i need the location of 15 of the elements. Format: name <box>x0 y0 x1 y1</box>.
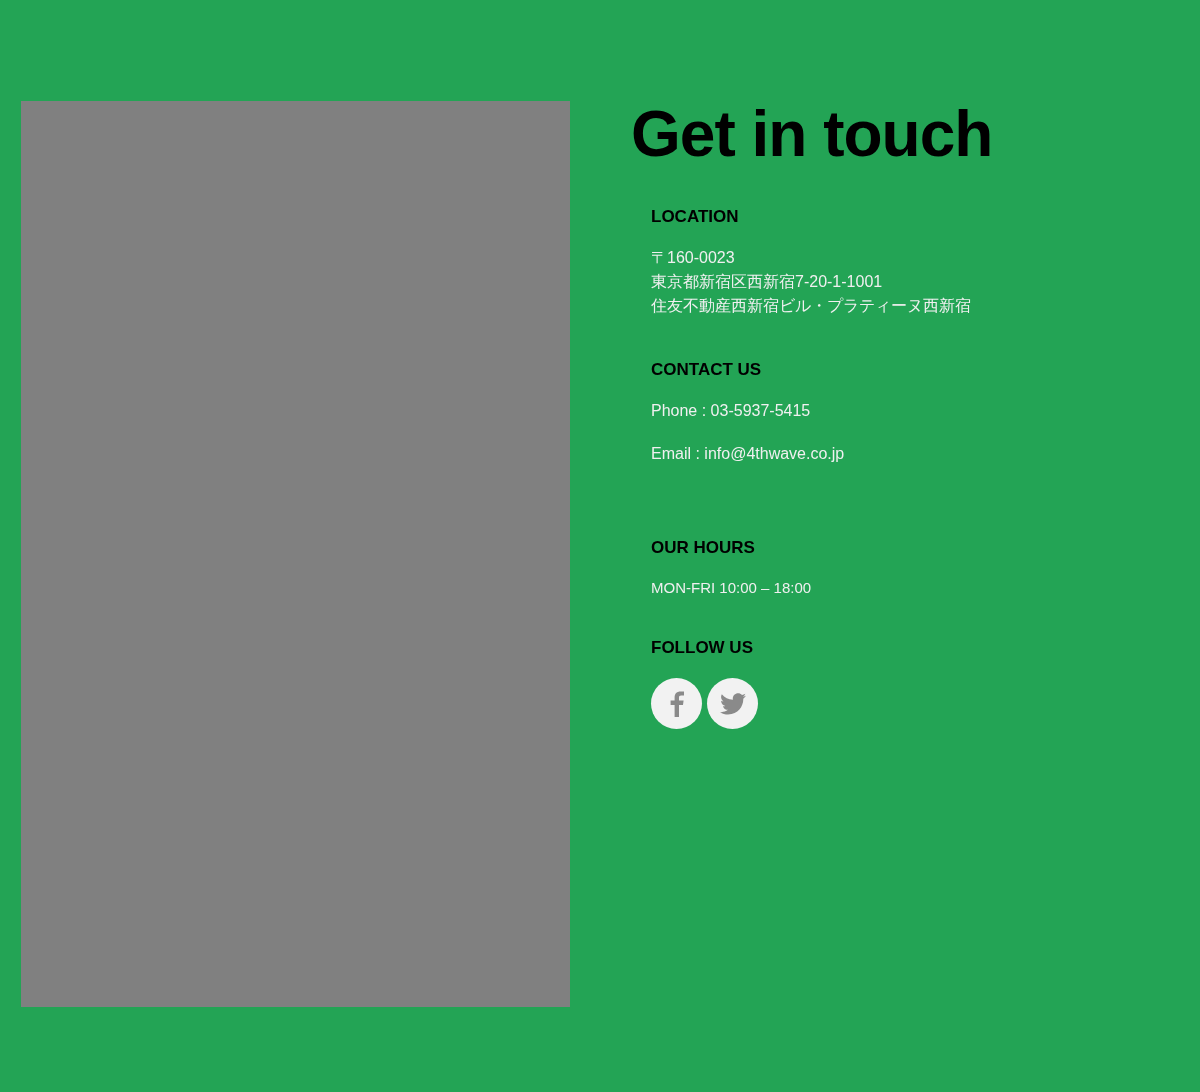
bird-icon <box>719 692 746 715</box>
address-line: 東京都新宿区西新宿7-20-1-1001 <box>651 272 884 292</box>
section-heading: OUR HOURS <box>651 538 756 558</box>
social-button[interactable] <box>707 678 758 729</box>
section-heading: FOLLOW US <box>651 638 754 658</box>
hours-text: MON-FRI 10:00 – 18:00 <box>651 578 813 598</box>
section-heading: CONTACT US <box>651 360 763 380</box>
address-line: 〒160-0023 <box>651 248 736 268</box>
contact-line: Phone : 03-5937-5415 <box>651 401 812 421</box>
social-button[interactable] <box>651 678 702 729</box>
section-heading: LOCATION <box>651 207 740 227</box>
contact-line: Email : info@4thwave.co.jp <box>651 444 846 464</box>
page-title: Get in touch <box>631 101 993 167</box>
f-logo-icon <box>669 690 684 717</box>
address-line: 住友不動産西新宿ビル・プラティーヌ西新宿 <box>651 296 972 316</box>
